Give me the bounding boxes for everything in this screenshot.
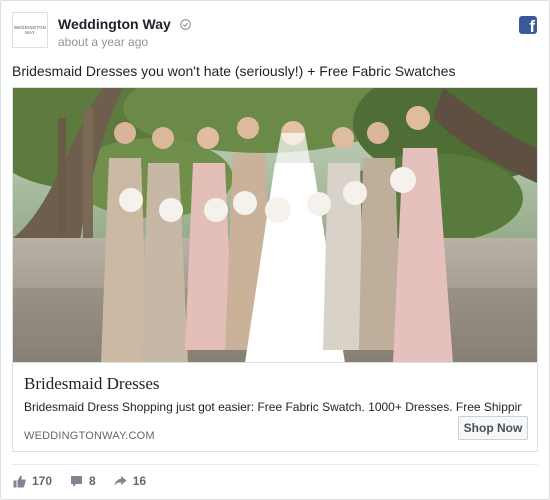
verified-badge-icon (179, 19, 191, 30)
shop-now-button[interactable]: Shop Now (458, 416, 528, 440)
thumbs-up-icon (13, 475, 26, 487)
page-name-link[interactable]: Weddington Way (58, 16, 191, 32)
bridesmaids-photo (13, 88, 537, 362)
post-header: WEDDINGTON WAY Weddington Way about a ye… (12, 12, 537, 52)
shares-stat[interactable]: 16 (114, 474, 146, 488)
post-text: Bridesmaid Dresses you won't hate (serio… (12, 63, 456, 79)
sponsored-post-card: WEDDINGTON WAY Weddington Way about a ye… (0, 0, 550, 500)
likes-stat[interactable]: 170 (13, 474, 52, 488)
likes-count: 170 (32, 474, 53, 488)
page-avatar[interactable]: WEDDINGTON WAY (12, 12, 48, 48)
ad-title[interactable]: Bridesmaid Dresses (24, 374, 160, 394)
shares-count: 16 (132, 474, 147, 488)
comment-icon (71, 475, 83, 487)
ad-domain: WEDDINGTONWAY.COM (24, 430, 155, 442)
facebook-logo-icon: f (519, 16, 537, 34)
engagement-stats: 170 8 16 (13, 473, 164, 489)
stats-divider (12, 464, 538, 465)
comments-stat[interactable]: 8 (70, 474, 96, 488)
avatar-logo-text: WEDDINGTON WAY (13, 25, 46, 35)
ad-link-card[interactable]: Bridesmaid Dresses Bridesmaid Dress Shop… (12, 87, 538, 452)
page-name[interactable]: Weddington Way (58, 16, 171, 32)
post-timestamp[interactable]: about a year ago (58, 35, 148, 49)
ad-image[interactable] (13, 88, 537, 362)
ad-details[interactable]: Bridesmaid Dresses Bridesmaid Dress Shop… (13, 362, 537, 452)
comments-count: 8 (89, 474, 96, 488)
share-icon (114, 475, 127, 486)
ad-description: Bridesmaid Dress Shopping just got easie… (24, 400, 522, 414)
